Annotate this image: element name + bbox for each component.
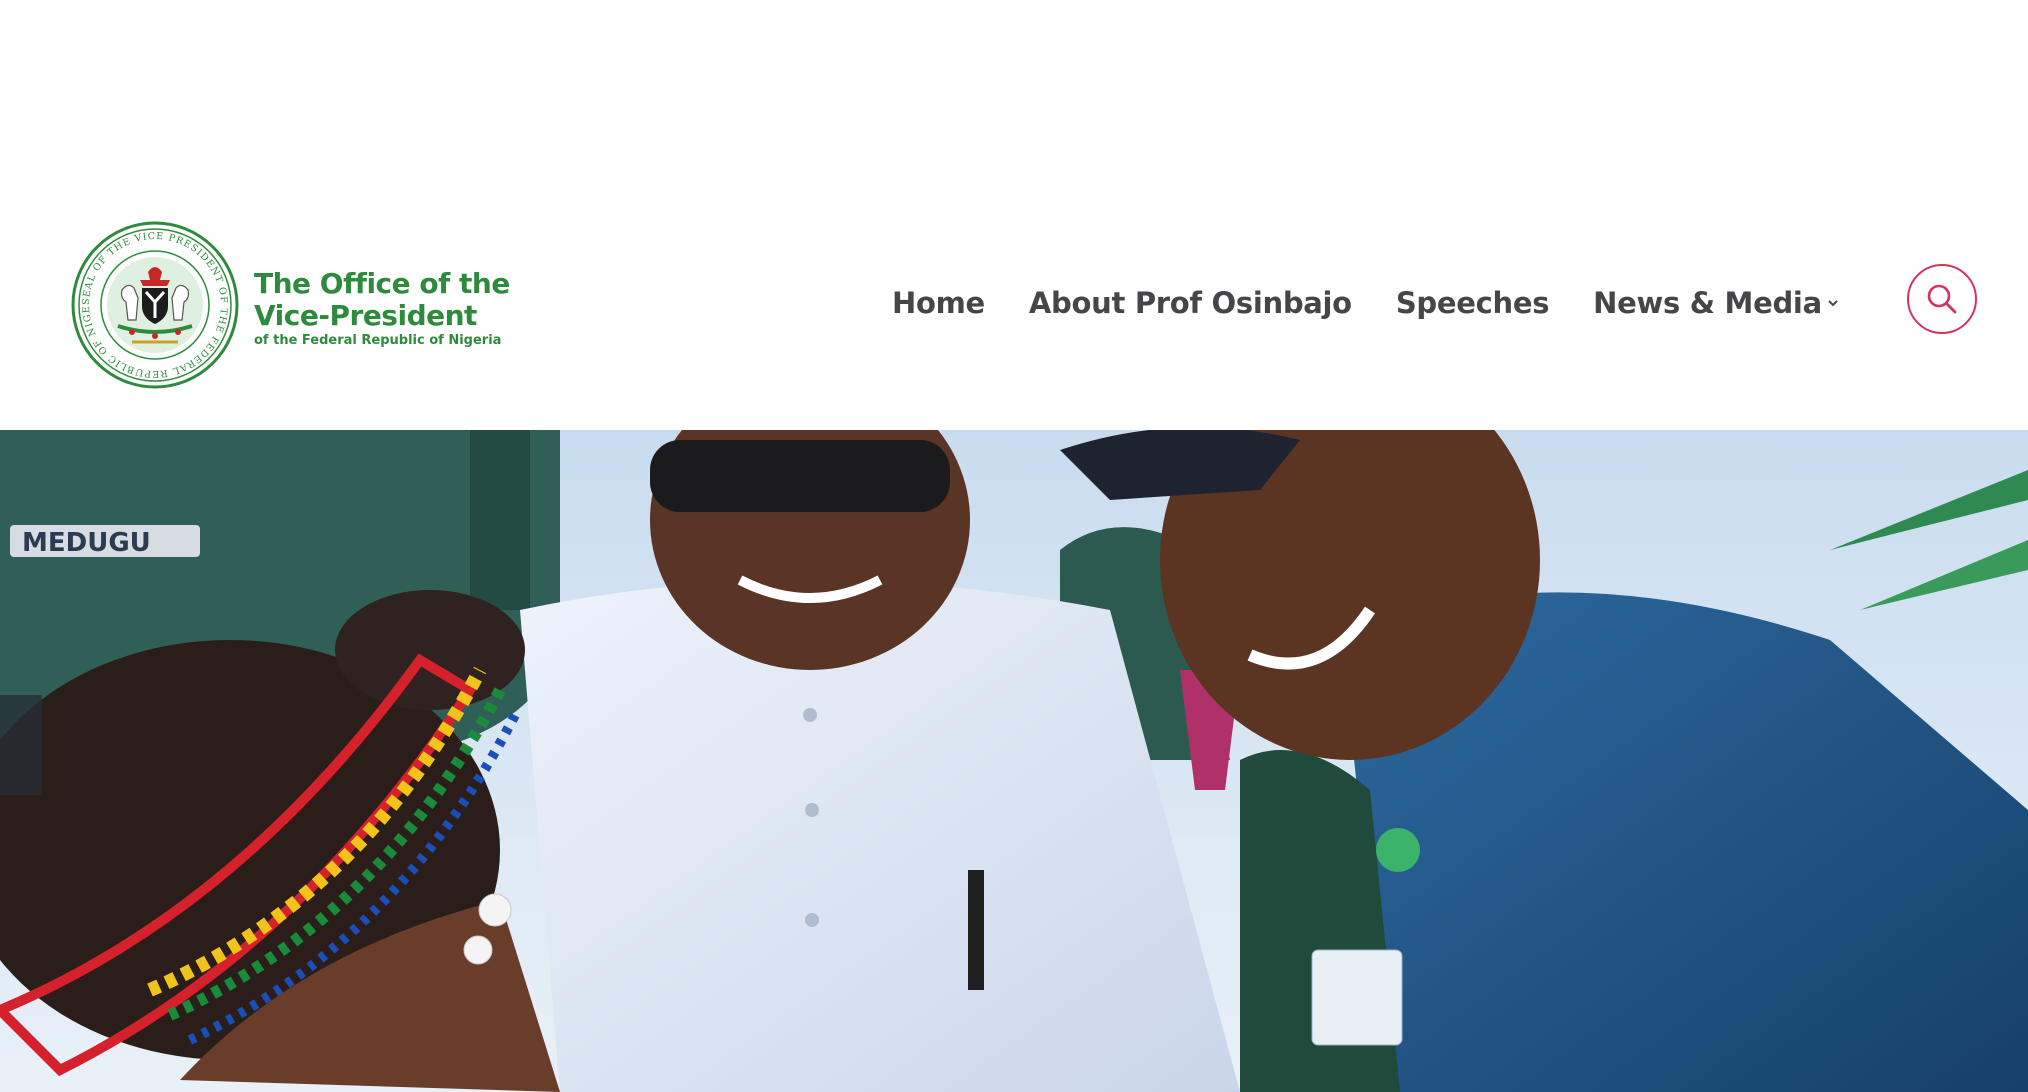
brand-wordmark: The Office of the Vice-President of the … [254,268,554,350]
brand-title-line1: The Office of the [254,267,510,300]
nav-news-media-label: News & Media [1593,286,1822,320]
hero-photo: MEDUGU [0,430,2028,1092]
vice-president-seal-logo: SEAL OF THE VICE PRESIDENT OF THE FEDERA… [70,220,239,389]
site-header: SEAL OF THE VICE PRESIDENT OF THE FEDERA… [0,190,2028,430]
brand-subtitle: of the Federal Republic of Nigeria [254,333,502,348]
nav-about-prof-osinbajo[interactable]: About Prof Osinbajo [1029,286,1352,320]
top-blank-band [0,0,2028,190]
nav-news-media[interactable]: News & Media [1593,286,1838,320]
nav-home[interactable]: Home [892,286,985,320]
uniform-name-badge: MEDUGU [22,528,151,558]
brand-title-line2: Vice-President [254,299,477,332]
chevron-down-icon [1828,299,1838,307]
nav-speeches[interactable]: Speeches [1396,286,1550,320]
search-button[interactable] [1907,264,1977,334]
slider-prev-handle[interactable] [0,695,42,795]
main-navigation: Home About Prof Osinbajo Speeches News &… [892,286,1838,320]
search-icon [1927,284,1957,314]
hero-slider: MEDUGU [0,430,2028,1092]
